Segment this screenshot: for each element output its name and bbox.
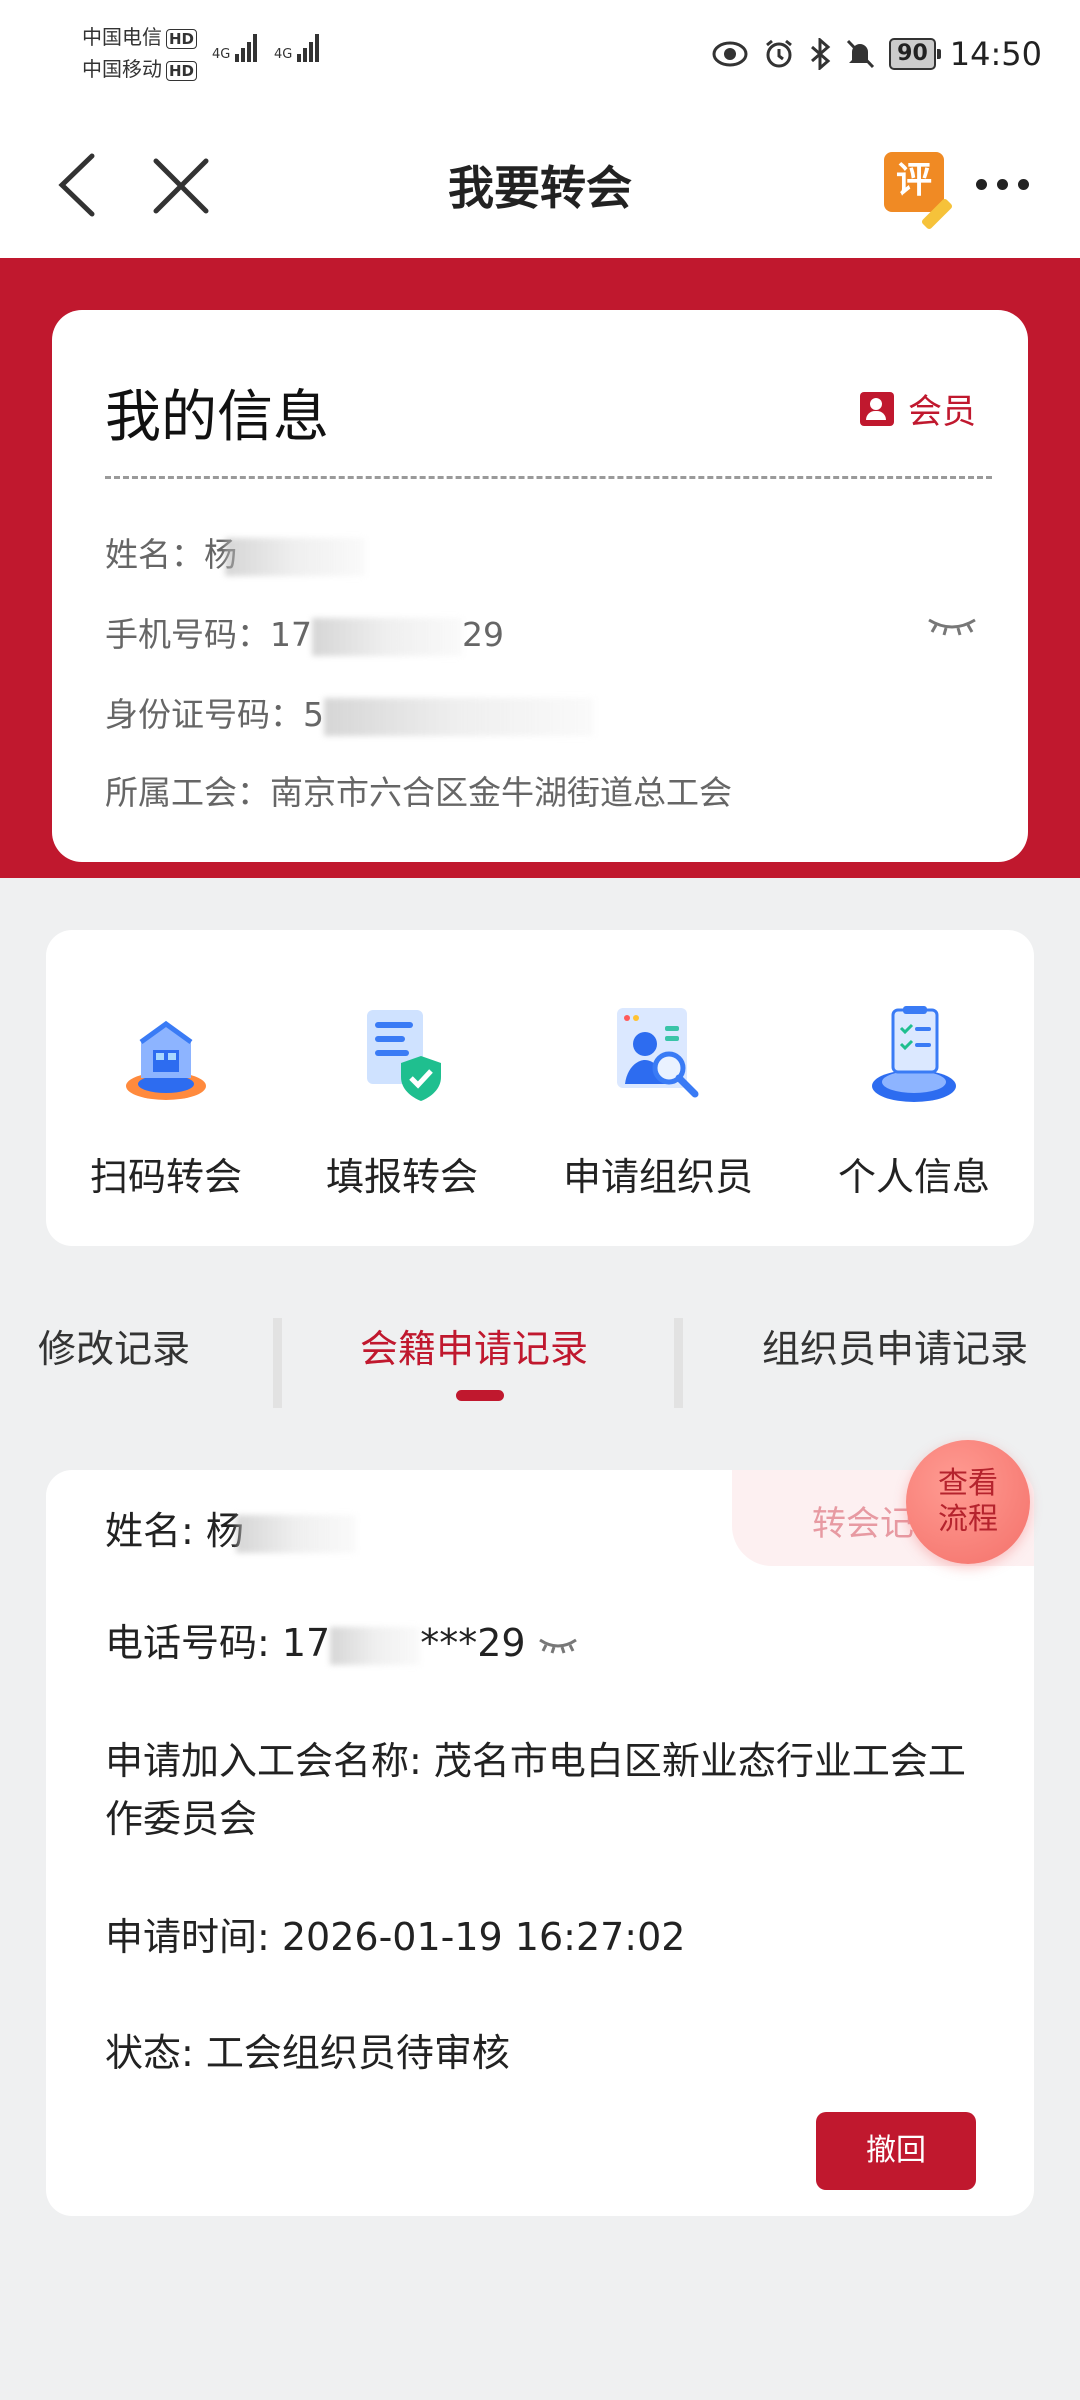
eye-icon — [711, 39, 749, 69]
my-info-card: 我的信息 会员 姓名：杨 手机号码：17 29 身份证号码：5 所属工会：南京市六… — [52, 310, 1028, 862]
action-label: 申请组织员 — [562, 1155, 753, 1199]
network-type: 4G — [274, 47, 293, 62]
eye-closed-icon — [928, 618, 976, 636]
record-name: 姓名: 杨 — [105, 1502, 974, 1560]
name-row: 姓名：杨 — [105, 528, 365, 576]
union-row: 所属工会：南京市六合区金牛湖街道总工会 — [105, 766, 732, 814]
record-name-text: 姓名: 杨 — [105, 1509, 244, 1553]
id-row: 身份证号码：5 — [105, 688, 594, 736]
carrier-mobile: 中国移动 HD — [82, 56, 198, 82]
action-label: 个人信息 — [837, 1155, 990, 1199]
more-dot — [976, 178, 987, 190]
more-button[interactable] — [976, 174, 1036, 194]
carrier-name: 中国移动 — [82, 57, 162, 81]
action-label: 扫码转会 — [89, 1155, 242, 1199]
record-card: 转会记 姓名: 杨 电话号码: 17 ***29 申请加入工会名称: 茂名市电白区… — [46, 1470, 1034, 2216]
bluetooth-icon — [809, 38, 831, 70]
record-time: 申请时间: 2026-01-19 16:27:02 — [105, 1915, 686, 1959]
more-dot — [1018, 178, 1029, 190]
hd-icon: HD — [166, 29, 198, 49]
rate-button[interactable]: 评 — [884, 152, 954, 231]
toggle-visibility-button[interactable] — [926, 614, 978, 638]
phone-label: 手机号码： — [105, 615, 270, 654]
record-tabs: 修改记录 会籍申请记录 组织员申请记录 — [0, 1290, 1080, 1410]
record-union: 申请加入工会名称: 茂名市电白区新业态行业工会工作委员会 — [105, 1739, 966, 1841]
record-phone-text: 电话号码: 17 — [105, 1621, 331, 1665]
battery-icon: 90 — [889, 38, 941, 70]
record-phone: 电话号码: 17 ***29 — [105, 1614, 974, 1672]
nav-bar: 我要转会 评 — [0, 110, 1080, 258]
person-search-icon — [603, 1000, 713, 1110]
view-flow-label-line1: 查看 — [938, 1466, 998, 1501]
network-type: 4G — [212, 47, 231, 62]
member-badge-label: 会员 — [908, 392, 976, 432]
record-phone-masked: ***29 — [420, 1621, 526, 1665]
privacy-blur — [324, 697, 594, 736]
action-apply-organizer[interactable]: 申请组织员 — [538, 1000, 778, 1201]
id-prefix: 5 — [303, 695, 324, 734]
action-scan-transfer[interactable]: 扫码转会 — [46, 1000, 286, 1201]
privacy-blur — [235, 1514, 356, 1553]
eye-closed-icon[interactable] — [538, 1636, 578, 1656]
rate-icon: 评 — [895, 160, 932, 201]
divider — [105, 476, 992, 479]
id-label: 身份证号码： — [105, 695, 303, 734]
action-label: 填报转会 — [325, 1155, 478, 1199]
signal-icon: 4G — [212, 34, 259, 62]
tab-organizer-records[interactable]: 组织员申请记录 — [762, 1318, 1028, 1373]
tab-modify-records[interactable]: 修改记录 — [38, 1318, 190, 1373]
tab-membership-records[interactable]: 会籍申请记录 — [360, 1318, 588, 1373]
union-value: 南京市六合区金牛湖街道总工会 — [270, 773, 732, 812]
record-status: 状态: 工会组织员待审核 — [105, 2031, 510, 2075]
tab-separator — [674, 1318, 683, 1408]
privacy-blur — [330, 1626, 421, 1665]
status-bar: 中国电信 HD 中国移动 HD 4G 4G 90 14:50 — [0, 0, 1080, 110]
quick-actions-card: 扫码转会 填报转会 申请组织员 个人信息 — [46, 930, 1034, 1246]
mute-bell-icon — [845, 38, 875, 70]
name-label: 姓名： — [105, 535, 204, 574]
view-flow-label-line2: 流程 — [938, 1502, 998, 1537]
document-shield-icon — [347, 1000, 457, 1110]
union-label: 所属工会： — [105, 773, 270, 812]
member-icon — [860, 391, 894, 426]
phone-row: 手机号码：17 29 — [105, 608, 504, 656]
revoke-button[interactable]: 撤回 — [816, 2112, 976, 2190]
info-card-title: 我的信息 — [105, 385, 329, 450]
alarm-icon — [763, 38, 795, 70]
tab-separator — [273, 1318, 282, 1408]
phone-suffix: 29 — [462, 615, 504, 654]
phone-prefix: 17 — [270, 615, 312, 654]
clock-time: 14:50 — [949, 35, 1042, 73]
member-badge: 会员 — [860, 384, 976, 433]
more-dot — [997, 178, 1008, 190]
scan-house-icon — [111, 1000, 221, 1110]
signal-icon: 4G — [274, 34, 321, 62]
privacy-blur — [225, 537, 365, 576]
action-fill-transfer[interactable]: 填报转会 — [282, 1000, 522, 1201]
carrier-name: 中国电信 — [82, 25, 162, 49]
clipboard-stand-icon — [859, 1000, 969, 1110]
privacy-blur — [312, 617, 462, 656]
action-personal-info[interactable]: 个人信息 — [794, 1000, 1034, 1201]
active-tab-indicator — [456, 1390, 504, 1401]
view-flow-button[interactable]: 查看 流程 — [906, 1440, 1030, 1564]
hd-icon: HD — [166, 61, 198, 81]
carrier-telecom: 中国电信 HD — [82, 24, 198, 50]
status-icons: 90 14:50 — [711, 30, 1042, 78]
